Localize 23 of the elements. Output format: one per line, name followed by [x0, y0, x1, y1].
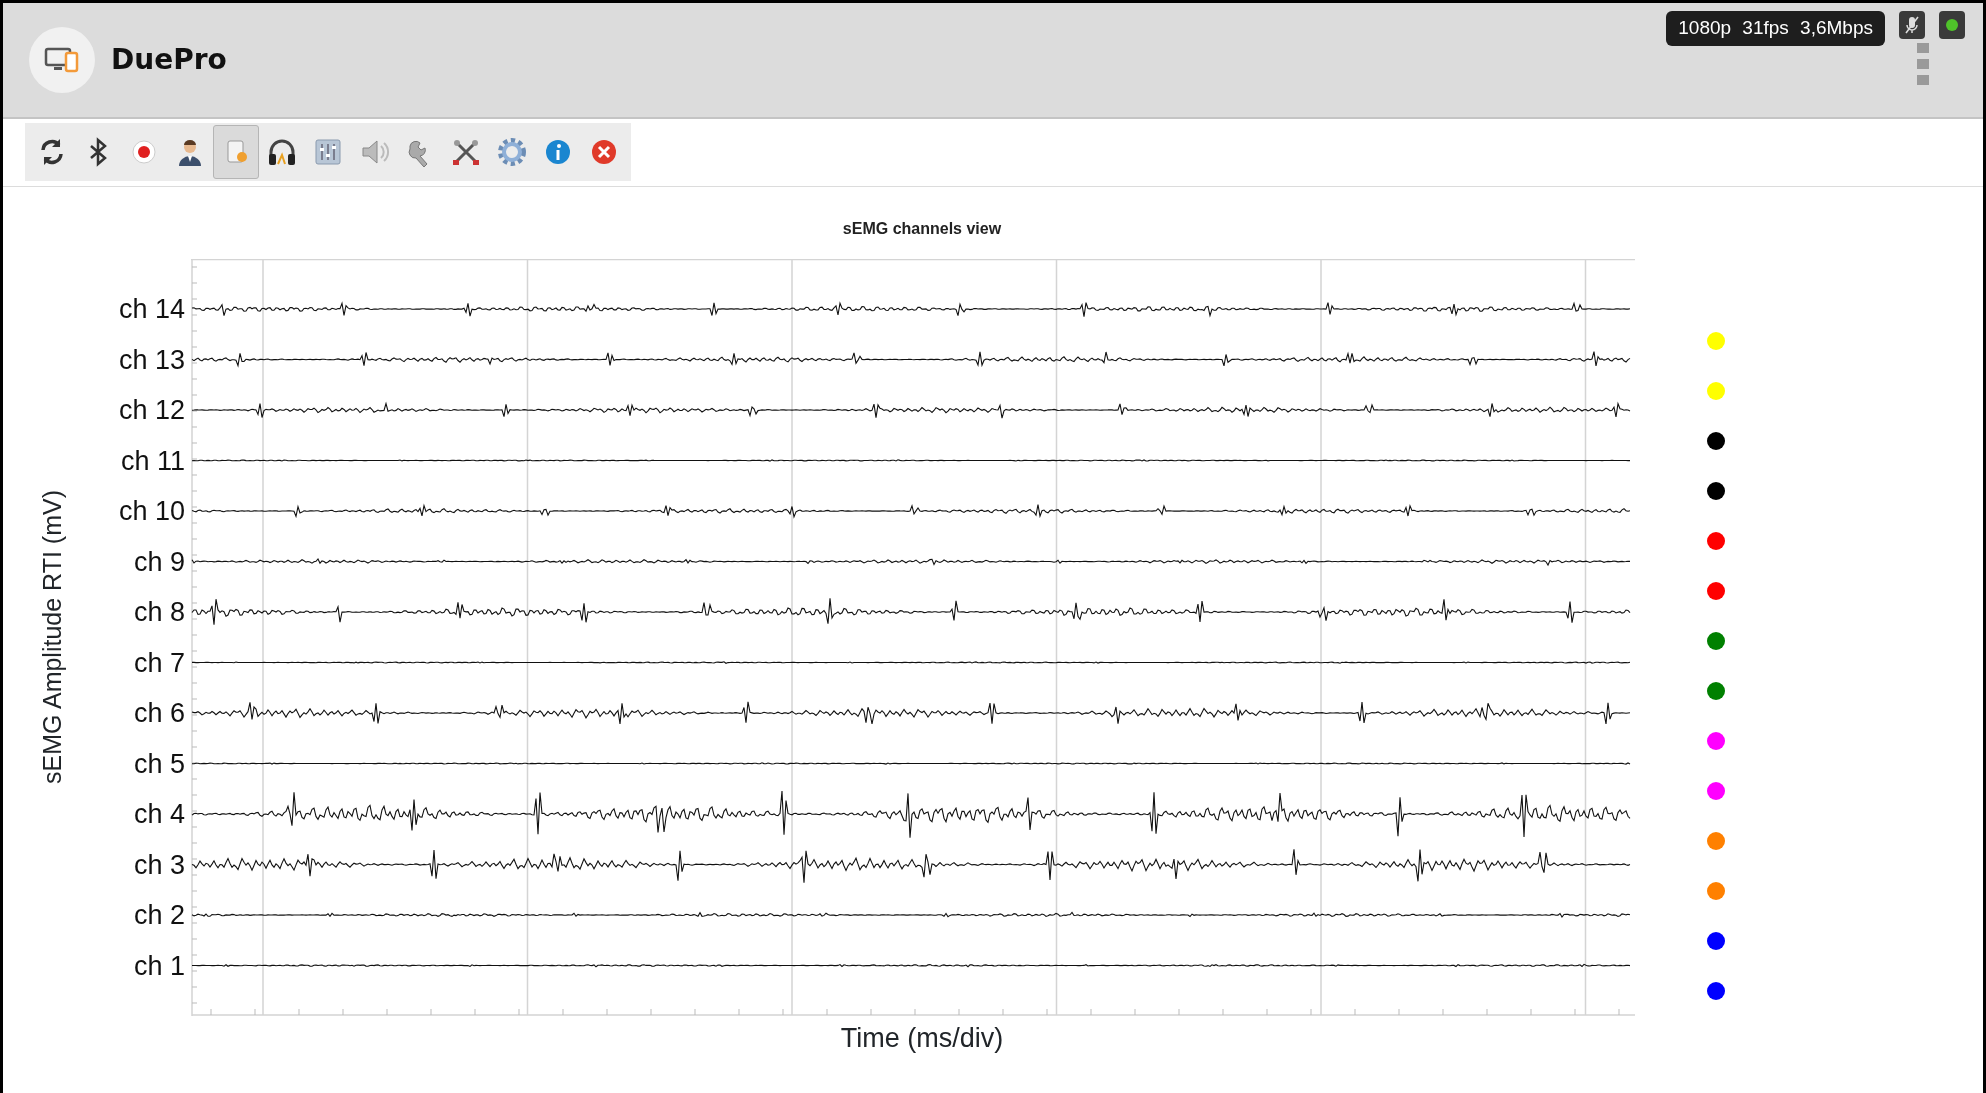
channel-label: ch 2	[132, 899, 186, 932]
stream-status: 1080p 31fps 3,6Mbps	[1666, 11, 1885, 46]
channel-label: ch 5	[132, 747, 186, 781]
channel-label: ch 11	[119, 444, 186, 478]
chart-title: sEMG channels view	[842, 219, 1002, 239]
channel-label: ch 10	[117, 495, 186, 528]
y-axis-label: sEMG Amplitude RTI (mV)	[37, 490, 68, 785]
channel-label: ch 3	[132, 848, 186, 882]
channel-label: ch 7	[132, 646, 186, 680]
settings-icon	[496, 136, 528, 168]
channel-label: ch 4	[132, 798, 186, 831]
channel-label: ch 1	[132, 949, 186, 983]
microphone-muted-icon[interactable]	[1899, 11, 1925, 39]
status-led-icon	[1939, 11, 1965, 39]
channel-label: ch 9	[132, 545, 186, 579]
channel-label: ch 14	[117, 293, 186, 326]
equalizer-icon	[312, 136, 344, 168]
channel-label: ch 6	[132, 697, 186, 730]
channel-label: ch 8	[132, 596, 186, 629]
x-axis-label: Time (ms/div)	[840, 1023, 1004, 1053]
channel-label: ch 12	[117, 394, 186, 427]
app-title: DuePro	[111, 42, 227, 78]
channel-label: ch 13	[117, 343, 186, 377]
